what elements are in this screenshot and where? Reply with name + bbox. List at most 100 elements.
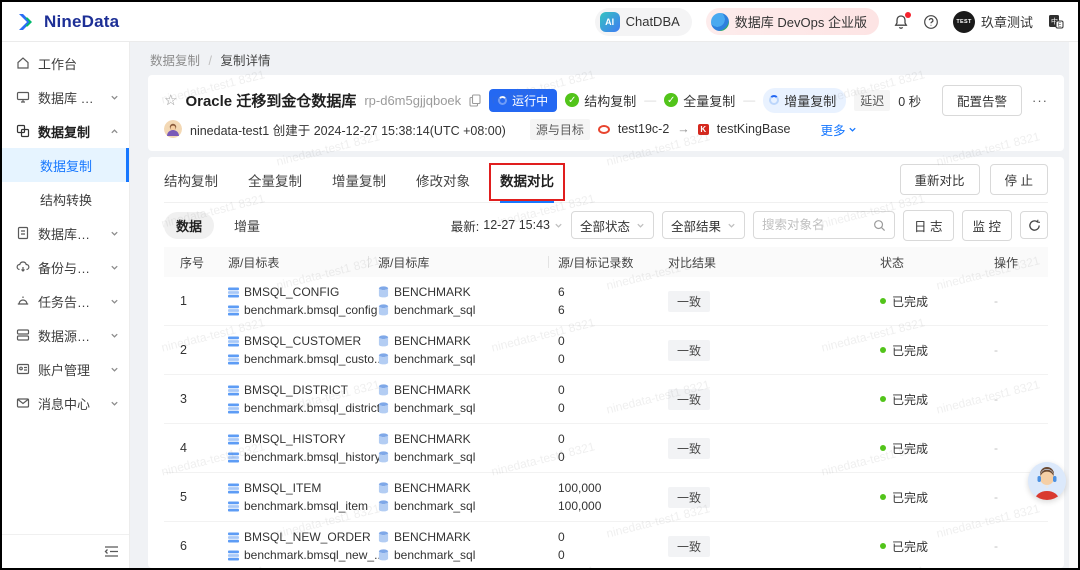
refresh-icon[interactable] <box>1020 211 1048 239</box>
sidebar-item-devops[interactable]: 数据库 DevOps <box>2 80 129 114</box>
database-icon <box>378 402 389 414</box>
task-id: rp-d6m5gjjqboek <box>364 92 462 108</box>
more-actions-icon[interactable]: ··· <box>1032 93 1048 108</box>
table-row[interactable]: 6 BMSQL_NEW_ORDER benchmark.bmsql_new_..… <box>164 521 1048 568</box>
table-icon <box>228 402 239 414</box>
breadcrumb-parent[interactable]: 数据复制 <box>150 54 200 68</box>
user-menu[interactable]: TEST 玖章测试 <box>952 10 1033 33</box>
compare-table: 序号 源/目标表 源/目标库 源/目标记录数 对比结果 状态 操作 1 BMSQ… <box>164 247 1048 568</box>
status-text: 已完成 <box>892 490 929 505</box>
source-record-count: 100,000 <box>558 481 602 495</box>
edition-button[interactable]: 数据库 DevOps 企业版 <box>705 8 879 35</box>
row-number: 2 <box>180 343 187 357</box>
chevron-down-icon <box>110 229 119 238</box>
check-circle-icon: ✓ <box>565 93 580 107</box>
chatdba-ai-icon: AI <box>599 11 620 32</box>
target-db-name: benchmark_sql <box>394 401 476 415</box>
status-text: 已完成 <box>892 343 929 358</box>
result-filter-select[interactable]: 全部结果 <box>662 211 746 239</box>
recompare-button[interactable]: 重新对比 <box>899 164 980 195</box>
table-icon <box>228 286 239 298</box>
configure-alert-button[interactable]: 配置告警 <box>941 84 1022 116</box>
chevron-down-icon <box>110 365 119 374</box>
compare-result-badge: 一致 <box>668 535 711 557</box>
status-filter-select[interactable]: 全部状态 <box>571 211 655 239</box>
log-button[interactable]: 日 志 <box>903 209 954 241</box>
devops-icon <box>16 90 30 104</box>
sidebar-item-task-alert[interactable]: 任务告警管理 <box>2 284 129 318</box>
chevron-down-icon <box>110 331 119 340</box>
target-record-count: 6 <box>558 303 565 317</box>
svg-text:E: E <box>1058 23 1062 29</box>
tab-structure-replication[interactable]: 结构复制 <box>164 157 218 203</box>
table-icon <box>228 353 239 365</box>
chatdba-button[interactable]: AI ChatDBA <box>594 7 692 36</box>
target-record-count: 0 <box>558 548 565 562</box>
source-record-count: 0 <box>558 432 565 446</box>
target-table-name: benchmark.bmsql_config <box>244 303 378 317</box>
target-table-name: benchmark.bmsql_new_... <box>244 548 385 562</box>
status-dot <box>880 445 886 451</box>
search-icon[interactable] <box>873 219 886 232</box>
source-db-name: BENCHMARK <box>394 481 471 495</box>
table-row[interactable]: 5 BMSQL_ITEM benchmark.bmsql_item BENCHM… <box>164 472 1048 521</box>
favorite-star-icon[interactable]: ☆ <box>164 91 177 109</box>
sidebar-item-datasource[interactable]: 数据源管理 <box>2 318 129 352</box>
tab-modify-objects[interactable]: 修改对象 <box>416 157 470 203</box>
table-row[interactable]: 3 BMSQL_DISTRICT benchmark.bmsql_distric… <box>164 374 1048 423</box>
source-db-name: BENCHMARK <box>394 383 471 397</box>
table-row[interactable]: 2 BMSQL_CUSTOMER benchmark.bmsql_custo..… <box>164 325 1048 374</box>
table-row[interactable]: 1 BMSQL_CONFIG benchmark.bmsql_config BE… <box>164 277 1048 325</box>
source-record-count: 6 <box>558 285 565 299</box>
main-content: 数据复制 / 复制详情 ☆ Oracle 迁移到金仓数据库 rp-d6m5gjj… <box>130 42 1078 568</box>
sidebar-item-message-center[interactable]: 消息中心 <box>2 386 129 420</box>
ninedata-logo[interactable]: NineData <box>16 12 119 32</box>
database-icon <box>378 500 389 512</box>
sidebar-item-workbench[interactable]: 工作台 <box>2 46 129 80</box>
copy-icon[interactable] <box>469 93 481 107</box>
source-table-name: BMSQL_CONFIG <box>244 285 340 299</box>
latest-time-dropdown[interactable]: 最新: 12-27 15:43 <box>451 216 563 235</box>
more-link[interactable]: 更多 <box>820 120 857 139</box>
notification-bell-icon[interactable] <box>893 11 911 30</box>
tab-incremental-replication[interactable]: 增量复制 <box>332 157 386 203</box>
scrollbar-track[interactable] <box>1069 42 1078 568</box>
step-incremental: 增量复制 <box>763 87 847 113</box>
segment-incremental[interactable]: 增量 <box>222 212 272 239</box>
collapse-sidebar-icon[interactable] <box>104 545 119 558</box>
language-switch-icon[interactable]: 中E <box>1047 13 1064 30</box>
status-dot <box>880 396 886 402</box>
edition-label: 数据库 DevOps 企业版 <box>734 15 867 30</box>
sidebar-subitem-data-replication[interactable]: 数据复制 <box>2 148 129 182</box>
sidebar-item-account[interactable]: 账户管理 <box>2 352 129 386</box>
sidebar-item-backup-restore[interactable]: 备份与恢复 <box>2 250 129 284</box>
status-dot <box>880 298 886 304</box>
status-dot <box>880 347 886 353</box>
target-table-name: benchmark.bmsql_district <box>244 401 381 415</box>
table-icon <box>228 531 239 543</box>
sidebar-subitem-structure-transform[interactable]: 结构转换 <box>2 182 129 216</box>
support-avatar[interactable] <box>1028 462 1066 500</box>
search-input[interactable] <box>762 218 874 232</box>
delay-value: 0 秒 <box>898 94 922 109</box>
sidebar-item-replication[interactable]: 数据复制 <box>2 114 129 148</box>
tab-data-compare[interactable]: 数据对比 <box>489 157 565 203</box>
source-record-count: 0 <box>558 530 565 544</box>
tab-bar: 结构复制 全量复制 增量复制 修改对象 数据对比 重新对比 停 止 <box>164 157 1048 203</box>
user-name: 玖章测试 <box>980 15 1033 30</box>
row-operation: - <box>994 343 998 357</box>
tab-full-replication[interactable]: 全量复制 <box>248 157 302 203</box>
monitor-button[interactable]: 监 控 <box>961 209 1012 241</box>
status-dot <box>880 543 886 549</box>
help-icon[interactable] <box>923 14 939 30</box>
stop-button[interactable]: 停 止 <box>989 164 1048 195</box>
step-full: ✓ 全量复制 <box>664 91 735 110</box>
sidebar-item-db-compare[interactable]: 数据库对比 <box>2 216 129 250</box>
mail-icon <box>16 396 30 410</box>
table-row[interactable]: 4 BMSQL_HISTORY benchmark.bmsql_history … <box>164 423 1048 472</box>
datasource-icon <box>16 328 30 342</box>
segment-data[interactable]: 数据 <box>164 211 215 239</box>
delay-label: 延迟 <box>854 89 891 111</box>
check-circle-icon: ✓ <box>664 93 679 107</box>
compare-result-badge: 一致 <box>668 486 711 508</box>
